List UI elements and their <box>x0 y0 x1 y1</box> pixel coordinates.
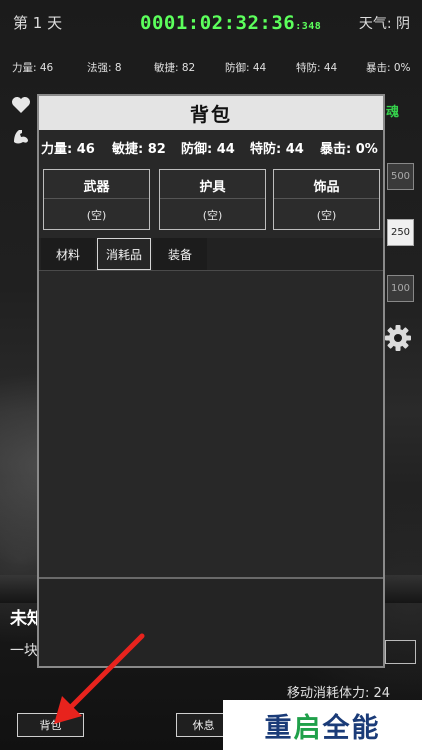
slot-divider <box>274 198 379 199</box>
watermark-part3: 全能 <box>322 712 381 744</box>
weapon-slot-value: (空) <box>86 209 107 222</box>
inventory-stat-crit: 暴击: 0% <box>320 142 378 157</box>
move-cost-label: 移动消耗体力: 24 <box>286 686 390 701</box>
timer-ms: :348 <box>295 21 322 32</box>
watermark-part1: 重 <box>264 712 294 744</box>
red-annotation-arrow-icon <box>54 633 145 724</box>
game-timer: 0001:02:32:36:348 <box>140 12 321 34</box>
accessory-slot[interactable]: 饰品 (空) <box>273 169 380 230</box>
tab-consumables[interactable]: 消耗品 <box>97 238 151 270</box>
inventory-stat-special-defense: 特防: 44 <box>250 142 304 157</box>
accessory-slot-label: 饰品 <box>313 180 340 195</box>
speed-100-button[interactable]: 100 <box>387 275 414 302</box>
armor-slot-label: 护具 <box>199 180 226 195</box>
stat-strength: 力量: 46 <box>12 62 54 74</box>
inventory-stat-agility: 敏捷: 82 <box>112 142 166 157</box>
area-description: 一块 <box>10 643 38 659</box>
tab-equipment[interactable]: 装备 <box>153 238 207 270</box>
watermark-part2: 启 <box>293 712 323 744</box>
day-counter: 第 1 天 <box>13 14 63 32</box>
stat-crit: 暴击: 0% <box>366 62 411 74</box>
speed-500-button[interactable]: 500 <box>387 163 414 190</box>
watermark-logo: 重 启 全能 <box>223 700 422 750</box>
heart-icon <box>11 96 31 119</box>
right-side-box[interactable] <box>385 640 416 664</box>
tab-materials[interactable]: 材料 <box>41 238 95 270</box>
stat-special-defense: 特防: 44 <box>296 62 338 74</box>
armor-slot-value: (空) <box>202 209 223 222</box>
slot-divider <box>160 198 265 199</box>
inventory-stat-defense: 防御: 44 <box>181 142 235 157</box>
weapon-slot[interactable]: 武器 (空) <box>43 169 150 230</box>
stat-defense: 防御: 44 <box>225 62 267 74</box>
inventory-panel: 背包 力量: 46 敏捷: 82 防御: 44 特防: 44 暴击: 0% 武器… <box>37 94 385 668</box>
armor-slot[interactable]: 护具 (空) <box>159 169 266 230</box>
inventory-stat-strength: 力量: 46 <box>41 142 95 157</box>
inventory-tabs: 材料 消耗品 装备 <box>39 238 383 270</box>
top-bar: 第 1 天 0001:02:32:36:348 天气: 阴 <box>0 0 422 52</box>
accessory-slot-value: (空) <box>316 209 337 222</box>
weather-label: 天气: 阴 <box>358 16 410 32</box>
soul-label: 魂 <box>386 105 400 120</box>
strength-arm-icon <box>11 127 31 150</box>
inventory-stats-row: 力量: 46 敏捷: 82 防御: 44 特防: 44 暴击: 0% <box>39 138 383 157</box>
player-stats-row: 力量: 46 法强: 8 敏捷: 82 防御: 44 特防: 44 暴击: 0% <box>0 60 422 76</box>
weapon-slot-label: 武器 <box>83 180 110 195</box>
timer-main: 0001:02:32:36 <box>140 12 296 34</box>
inventory-title: 背包 <box>39 96 383 130</box>
slot-divider <box>44 198 149 199</box>
speed-250-button[interactable]: 250 <box>387 219 414 246</box>
stat-magic: 法强: 8 <box>87 62 122 74</box>
item-list-area[interactable] <box>39 271 383 575</box>
settings-gear-icon[interactable] <box>383 323 413 353</box>
stat-agility: 敏捷: 82 <box>154 62 196 74</box>
